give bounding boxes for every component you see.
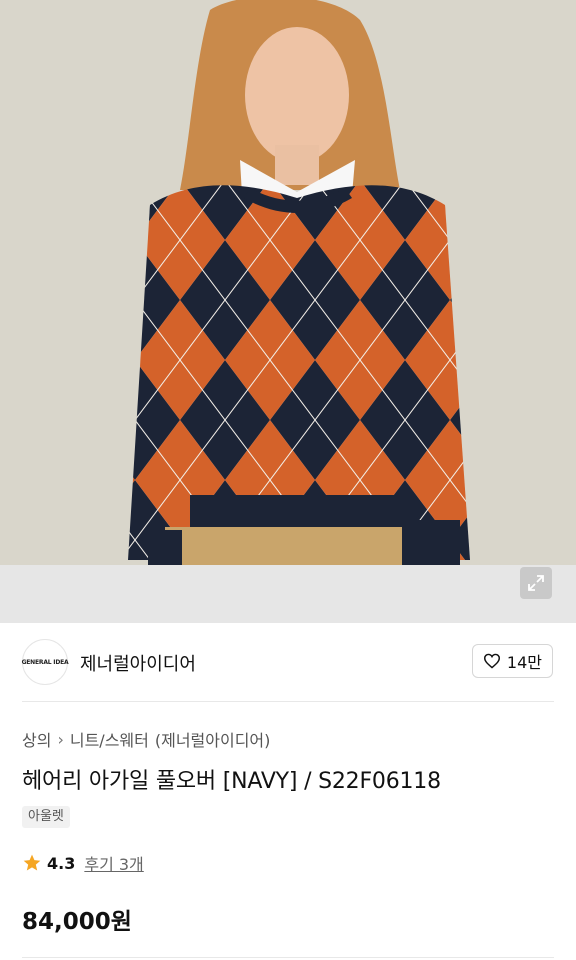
outlet-badge: 아울렛 — [22, 806, 70, 828]
breadcrumb-category[interactable]: 상의 — [22, 727, 51, 751]
chevron-right-icon: › — [57, 729, 64, 749]
expand-icon[interactable] — [520, 567, 552, 599]
brand-row: GENERAL IDEA 제너럴아이디어 14만 — [0, 623, 576, 701]
rating-score: 4.3 — [47, 853, 76, 873]
rating: 4.3 후기 3개 — [22, 851, 144, 875]
breadcrumb-brand[interactable]: (제너럴아이디어) — [155, 727, 271, 751]
brand-logo[interactable]: GENERAL IDEA — [21, 639, 69, 685]
brand-logo-text: GENERAL IDEA — [21, 658, 69, 666]
heart-icon — [483, 653, 500, 669]
product-title: 헤어리 아가일 풀오버 [NAVY] / S22F06118 — [22, 769, 441, 794]
breadcrumb: 상의 › 니트/스웨터 (제너럴아이디어) — [22, 727, 270, 751]
divider-bottom — [22, 957, 554, 958]
brand-name[interactable]: 제너럴아이디어 — [80, 650, 196, 676]
reviews-link[interactable]: 후기 3개 — [84, 851, 143, 875]
product-image[interactable] — [0, 0, 576, 565]
divider — [22, 701, 554, 702]
breadcrumb-subcategory[interactable]: 니트/스웨터 — [70, 727, 149, 751]
like-count: 14만 — [506, 653, 542, 672]
image-strip — [0, 565, 576, 623]
like-button[interactable]: 14만 — [471, 644, 553, 678]
price: 84,000원 — [22, 909, 132, 935]
star-icon — [23, 854, 41, 871]
